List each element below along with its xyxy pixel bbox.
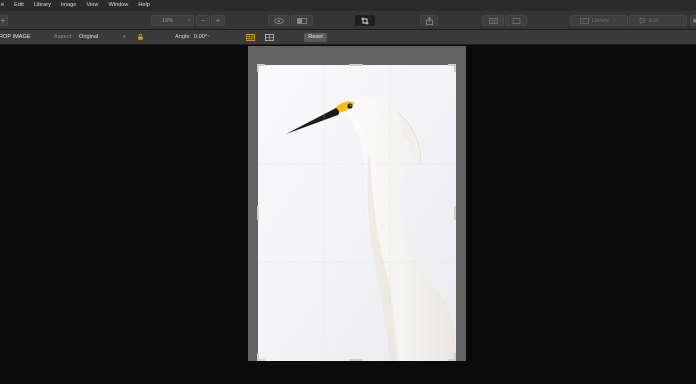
single-view-button[interactable] bbox=[505, 15, 527, 26]
zoom-in-icon: + bbox=[215, 16, 221, 25]
edit-sliders-icon bbox=[638, 17, 646, 24]
zoom-value: 16% bbox=[162, 17, 174, 24]
crop-icon bbox=[361, 17, 369, 24]
reset-button[interactable]: Reset bbox=[304, 33, 327, 42]
crop-handle-bottom-left-v[interactable] bbox=[257, 353, 259, 361]
grid-view-button[interactable] bbox=[482, 15, 504, 26]
image-canvas bbox=[0, 46, 696, 384]
zoom-in-button[interactable]: + bbox=[211, 15, 225, 26]
zoom-field[interactable]: 16% ▾ bbox=[151, 15, 194, 26]
zoom-out-icon: − bbox=[200, 16, 206, 25]
aspect-select[interactable]: Original bbox=[79, 30, 98, 45]
menu-edit[interactable]: Edit bbox=[14, 0, 24, 11]
angle-value[interactable]: 0.00° bbox=[194, 30, 207, 45]
grid-view-icon bbox=[488, 17, 498, 24]
share-icon bbox=[425, 16, 433, 25]
menu-image[interactable]: Image bbox=[61, 0, 77, 11]
lock-icon[interactable] bbox=[138, 30, 143, 45]
angle-stepper-icon[interactable]: ~ bbox=[207, 30, 210, 45]
angle-label: Angle: bbox=[175, 34, 191, 40]
share-button[interactable] bbox=[420, 15, 438, 26]
plus-icon: + bbox=[0, 16, 6, 25]
panel-toggle-icon: ▣ bbox=[692, 17, 696, 24]
menu-view[interactable]: View bbox=[86, 0, 98, 11]
eye-icon bbox=[274, 17, 284, 24]
crop-panel-title: ROP IMAGE bbox=[0, 34, 31, 40]
menu-file[interactable]: e bbox=[1, 0, 4, 11]
crop-handle-top[interactable] bbox=[349, 64, 363, 66]
menu-help[interactable]: Help bbox=[138, 0, 150, 11]
crop-tool-button[interactable] bbox=[355, 15, 375, 26]
aspect-label: Aspect: bbox=[54, 34, 73, 40]
guides-icon[interactable] bbox=[265, 34, 274, 43]
menu-bar: e Edit Library Image View Window Help bbox=[0, 0, 696, 11]
library-mode-button[interactable]: Library bbox=[570, 15, 628, 26]
crop-handle-top-left-v[interactable] bbox=[257, 64, 259, 72]
menu-window[interactable]: Window bbox=[108, 0, 128, 11]
panel-toggle-button[interactable]: ▣ bbox=[690, 15, 696, 26]
crop-options-bar: ROP IMAGE Aspect: Original ▾ Angle: 0.00… bbox=[0, 30, 696, 45]
egret-photo[interactable] bbox=[258, 65, 456, 361]
edit-mode-label: Edit bbox=[649, 17, 659, 24]
add-button[interactable]: + bbox=[0, 15, 8, 26]
library-mode-label: Library bbox=[592, 17, 610, 24]
crop-handle-left[interactable] bbox=[257, 206, 259, 220]
crop-handle-bottom[interactable] bbox=[349, 359, 363, 361]
preview-button[interactable] bbox=[268, 15, 290, 26]
egret-image bbox=[258, 65, 456, 361]
compare-button[interactable] bbox=[291, 15, 313, 26]
aspect-chevron-icon[interactable]: ▾ bbox=[123, 30, 126, 45]
toolbar: + 16% ▾ − + Library Edit ▣ bbox=[0, 11, 696, 30]
crop-area bbox=[248, 46, 466, 361]
chevron-down-icon: ▾ bbox=[187, 17, 190, 24]
crop-handle-top-right-v[interactable] bbox=[454, 64, 456, 72]
zoom-out-button[interactable]: − bbox=[196, 15, 210, 26]
crop-handle-right[interactable] bbox=[454, 206, 456, 220]
edit-mode-button[interactable]: Edit bbox=[629, 15, 687, 26]
grid-overlay-icon[interactable] bbox=[246, 34, 255, 43]
library-icon bbox=[580, 17, 589, 24]
single-view-icon bbox=[512, 17, 520, 24]
compare-icon bbox=[297, 17, 307, 24]
menu-library[interactable]: Library bbox=[34, 0, 51, 11]
crop-handle-bottom-right-v[interactable] bbox=[454, 353, 456, 361]
